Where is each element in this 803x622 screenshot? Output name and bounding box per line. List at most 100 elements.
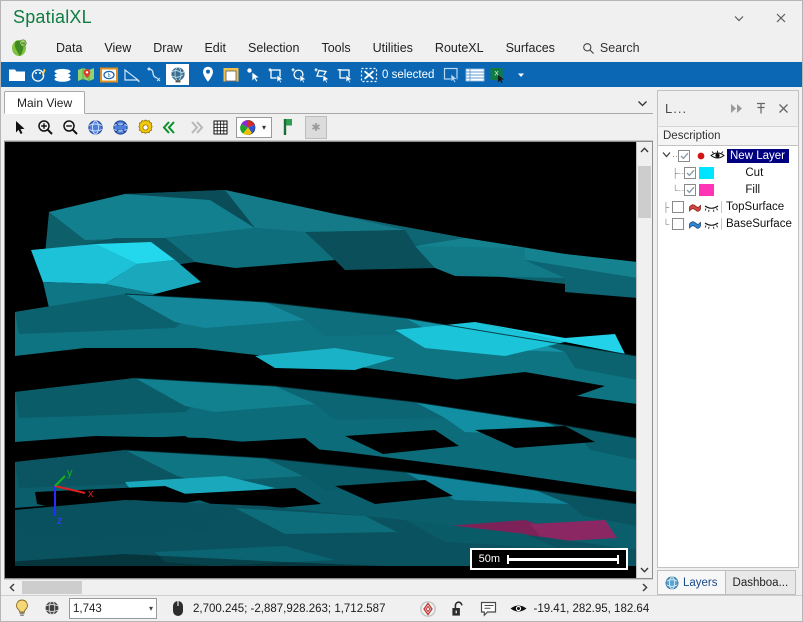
eye-icon[interactable]: [503, 597, 533, 621]
zoom-in-icon[interactable]: [33, 116, 57, 139]
panel-close-button[interactable]: [772, 97, 795, 121]
map-pin-icon[interactable]: [74, 64, 97, 85]
select-point-icon[interactable]: [242, 64, 265, 85]
step-back-icon[interactable]: [158, 116, 182, 139]
layers-panel-title: L...: [665, 101, 688, 116]
globe-zoom-extents-icon[interactable]: [83, 116, 107, 139]
layer-checkbox-new-layer[interactable]: [678, 149, 690, 162]
pin-icon: [756, 102, 765, 114]
horizontal-scroll-track[interactable]: [20, 580, 637, 595]
unlocked-padlock-icon[interactable]: [443, 597, 473, 621]
menu-item-routexl[interactable]: RouteXL: [424, 37, 495, 59]
location-pin-icon[interactable]: [196, 64, 219, 85]
tree-connector: ├··: [672, 167, 685, 178]
page-note-icon[interactable]: [219, 64, 242, 85]
select-window-icon[interactable]: [440, 64, 463, 85]
globe-icon: [665, 576, 679, 589]
menu-item-tools[interactable]: Tools: [310, 37, 361, 59]
color-palette-icon: [240, 119, 256, 135]
step-forward-icon[interactable]: [183, 116, 207, 139]
axis-orientation-gizmo: z x y: [41, 464, 105, 527]
zoom-out-icon[interactable]: [58, 116, 82, 139]
layers-tree[interactable]: ·· New Layer ├·· Cut └·· Fill ├ TopSurfa…: [657, 146, 799, 568]
measure-angle-icon[interactable]: [120, 64, 143, 85]
green-flag-bookmark-icon[interactable]: [276, 116, 300, 139]
comment-note-icon[interactable]: [473, 597, 503, 621]
application-window: SpatialXL AB Data View Draw Edit Selecti…: [0, 0, 803, 622]
star-placeholder-icon[interactable]: ✱: [305, 115, 328, 139]
clear-selection-icon[interactable]: [357, 64, 380, 85]
menu-item-utilities[interactable]: Utilities: [362, 37, 424, 59]
target-crosshair-icon[interactable]: [413, 597, 443, 621]
grid-icon[interactable]: [208, 116, 232, 139]
polyline-edit-icon[interactable]: [143, 64, 166, 85]
close-button[interactable]: [760, 1, 802, 34]
lightbulb-icon[interactable]: [7, 597, 37, 621]
vertical-scroll-thumb[interactable]: [638, 166, 651, 218]
layer-color-swatch-fill[interactable]: [699, 183, 715, 196]
layer-checkbox-basesurface[interactable]: [672, 217, 684, 230]
select-box-add-icon[interactable]: [265, 64, 288, 85]
select-box-remove-icon[interactable]: [334, 64, 357, 85]
search-box[interactable]: Search: [582, 41, 640, 55]
boundary-box-icon[interactable]: b: [97, 64, 120, 85]
viewport-vertical-scrollbar[interactable]: [636, 142, 652, 578]
close-icon: [776, 13, 786, 22]
tabstrip-overflow-button[interactable]: [637, 99, 648, 113]
eye-closed-icon[interactable]: [704, 217, 719, 230]
scroll-up-button[interactable]: [637, 142, 652, 158]
menu-item-data[interactable]: Data: [45, 37, 93, 59]
scale-dropdown[interactable]: 1,743 ▾: [69, 598, 157, 619]
tab-main-view[interactable]: Main View: [4, 91, 86, 114]
overflow-caret-icon[interactable]: [509, 64, 532, 85]
menu-item-surfaces[interactable]: Surfaces: [495, 37, 566, 59]
scroll-down-button[interactable]: [637, 562, 652, 578]
layer-checkbox-topsurface[interactable]: [672, 200, 684, 213]
color-palette-dropdown[interactable]: ▾: [236, 116, 273, 138]
viewport-container: z x y 50m: [4, 141, 653, 579]
view-values-readout: -19.41, 282.95, 182.64: [533, 602, 650, 615]
scroll-left-button[interactable]: [4, 583, 20, 592]
menu-item-selection[interactable]: Selection: [237, 37, 310, 59]
layer-color-swatch-cut[interactable]: [699, 166, 715, 179]
menu-item-edit[interactable]: Edit: [193, 37, 237, 59]
palette-brush-icon[interactable]: [28, 64, 51, 85]
layer-label-basesurface: BaseSurface: [721, 217, 792, 230]
expand-collapse-icon[interactable]: [660, 150, 672, 161]
globe-icon[interactable]: [166, 64, 189, 85]
layer-checkbox-cut[interactable]: [684, 166, 697, 179]
panel-pin-button[interactable]: [749, 97, 772, 121]
3d-viewport[interactable]: z x y 50m: [5, 142, 636, 578]
app-logo-icon[interactable]: AB: [7, 37, 33, 59]
scroll-right-button[interactable]: [637, 583, 653, 592]
horizontal-scroll-thumb[interactable]: [22, 581, 82, 594]
globe-dark-icon[interactable]: [37, 597, 67, 621]
viewport-horizontal-scrollbar[interactable]: [4, 579, 653, 595]
table-view-icon[interactable]: [463, 64, 486, 85]
tree-row-new-layer[interactable]: ·· New Layer: [658, 147, 798, 164]
menu-item-draw[interactable]: Draw: [142, 37, 193, 59]
tree-connector: └: [662, 218, 670, 229]
open-folder-icon[interactable]: [5, 64, 28, 85]
export-excel-icon[interactable]: X: [486, 64, 509, 85]
panel-forward-button[interactable]: [726, 97, 749, 121]
layers-stack-icon[interactable]: [51, 64, 74, 85]
panel-tab-layers[interactable]: Layers: [657, 570, 726, 595]
pointer-arrow-icon[interactable]: [8, 116, 32, 139]
eye-open-icon[interactable]: [710, 149, 725, 162]
menu-item-view[interactable]: View: [93, 37, 142, 59]
panel-tab-dashboard[interactable]: Dashboa...: [725, 570, 797, 595]
globe-zoom-selection-icon[interactable]: [108, 116, 132, 139]
tree-row-fill[interactable]: └·· Fill: [658, 181, 798, 198]
layer-checkbox-fill[interactable]: [684, 183, 697, 196]
tree-row-topsurface[interactable]: ├ TopSurface: [658, 198, 798, 215]
minimize-button[interactable]: [718, 1, 760, 34]
axis-label-y: y: [67, 467, 73, 479]
vertical-scroll-track[interactable]: [637, 158, 652, 562]
select-lasso-add-icon[interactable]: [311, 64, 334, 85]
view-settings-gear-icon[interactable]: [133, 116, 157, 139]
eye-closed-icon[interactable]: [704, 200, 719, 213]
select-circle-add-icon[interactable]: [288, 64, 311, 85]
tree-row-basesurface[interactable]: └ BaseSurface: [658, 215, 798, 232]
tree-row-cut[interactable]: ├·· Cut: [658, 164, 798, 181]
